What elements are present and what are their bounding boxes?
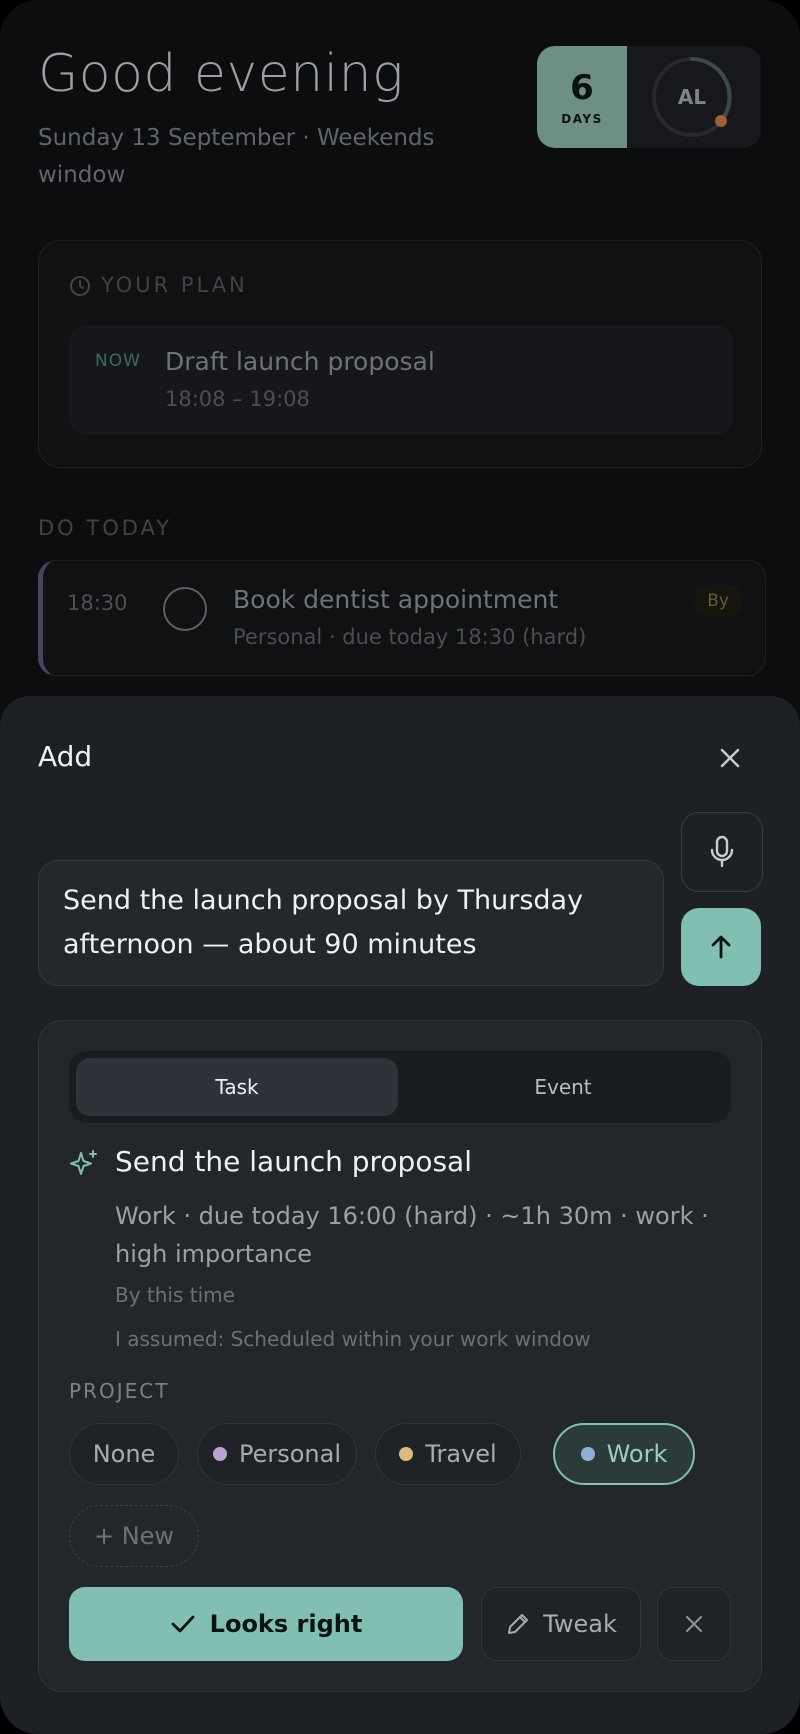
- date-subtitle: Sunday 13 September · Weekends window: [38, 125, 435, 188]
- dismiss-button[interactable]: [657, 1587, 731, 1661]
- do-today-heading: DO TODAY: [38, 516, 173, 540]
- project-color-dot: [399, 1447, 414, 1461]
- preview-title: Send the launch proposal: [115, 1145, 472, 1178]
- streak-days: 6 DAYS: [537, 46, 627, 148]
- task-meta: Personal · due today 18:30 (hard): [233, 625, 587, 649]
- project-chip-personal[interactable]: Personal: [197, 1423, 357, 1485]
- project-chip-travel[interactable]: Travel: [375, 1423, 521, 1485]
- new-project-button[interactable]: + New: [69, 1505, 199, 1567]
- checkmark-icon: [171, 1615, 195, 1633]
- sheet-title: Add: [38, 740, 93, 773]
- preview-deadline-note: By this time: [115, 1283, 235, 1307]
- project-color-dot: [212, 1447, 227, 1461]
- new-project-label: + New: [93, 1522, 175, 1550]
- submit-button[interactable]: [681, 908, 761, 986]
- project-label: PROJECT: [69, 1379, 170, 1403]
- task-checkbox[interactable]: [163, 587, 207, 631]
- project-color-dot: [580, 1447, 595, 1461]
- app-screen: Good evening Sunday 13 September · Weeke…: [0, 0, 800, 1734]
- project-chip-label: Travel: [425, 1440, 497, 1468]
- confirm-label: Looks right: [209, 1610, 363, 1638]
- plan-item-title: Draft launch proposal: [165, 347, 435, 376]
- microphone-icon: [710, 835, 734, 868]
- tab-task[interactable]: Task: [76, 1058, 398, 1116]
- arrow-up-icon: [711, 935, 731, 959]
- task-time: 18:30: [67, 591, 128, 615]
- add-input[interactable]: Send the launch proposal by Thursday aft…: [38, 860, 664, 986]
- preview-assumption: I assumed: Scheduled within your work wi…: [115, 1327, 591, 1351]
- pencil-icon: [508, 1614, 529, 1634]
- preview-meta: Work · due today 16:00 (hard) · ~1h 30m …: [115, 1202, 709, 1268]
- close-icon: [685, 1615, 703, 1633]
- voice-input-button[interactable]: [681, 812, 763, 892]
- task-row[interactable]: 18:30 Book dentist appointment Personal …: [38, 560, 766, 676]
- project-chip-work[interactable]: Work: [553, 1423, 695, 1485]
- project-chip-label: None: [92, 1440, 156, 1468]
- greeting-title: Good evening: [38, 44, 404, 104]
- home-screen-background: Good evening Sunday 13 September · Weeke…: [0, 0, 800, 720]
- close-sheet-button[interactable]: [706, 734, 754, 782]
- avatar[interactable]: AL: [649, 54, 735, 140]
- plan-heading-label: YOUR PLAN: [101, 273, 248, 297]
- project-chip-none[interactable]: None: [69, 1423, 179, 1485]
- parsed-preview-card: Task Event Send the launch proposal Work…: [38, 1020, 762, 1692]
- streak-count: 6: [570, 68, 594, 108]
- confirm-button[interactable]: Looks right: [69, 1587, 463, 1661]
- tab-event[interactable]: Event: [402, 1058, 724, 1116]
- tweak-button[interactable]: Tweak: [481, 1587, 641, 1661]
- avatar-initials: AL: [677, 85, 707, 109]
- sparkle-icon: [70, 1150, 97, 1175]
- streak-label: DAYS: [561, 112, 603, 126]
- tweak-label: Tweak: [543, 1610, 617, 1638]
- close-icon: [720, 748, 740, 768]
- type-toggle: Task Event: [69, 1051, 731, 1123]
- deadline-badge: By: [695, 585, 741, 617]
- add-sheet: Add Send the launch proposal by Thursday…: [0, 696, 800, 1734]
- clock-icon: [70, 276, 90, 296]
- add-input-value[interactable]: Send the launch proposal by Thursday aft…: [63, 879, 623, 967]
- now-badge: NOW: [95, 351, 141, 371]
- task-title: Book dentist appointment: [233, 585, 559, 614]
- plan-heading: YOUR PLAN: [69, 273, 248, 297]
- plan-item[interactable]: NOW Draft launch proposal 18:08 – 19:08: [69, 325, 733, 435]
- project-chip-label: Personal: [238, 1440, 342, 1468]
- project-chip-label: Work: [606, 1440, 668, 1468]
- plan-card: YOUR PLAN NOW Draft launch proposal 18:0…: [38, 240, 762, 468]
- streak-widget[interactable]: 6 DAYS AL: [537, 46, 761, 148]
- plan-item-time: 18:08 – 19:08: [165, 387, 310, 411]
